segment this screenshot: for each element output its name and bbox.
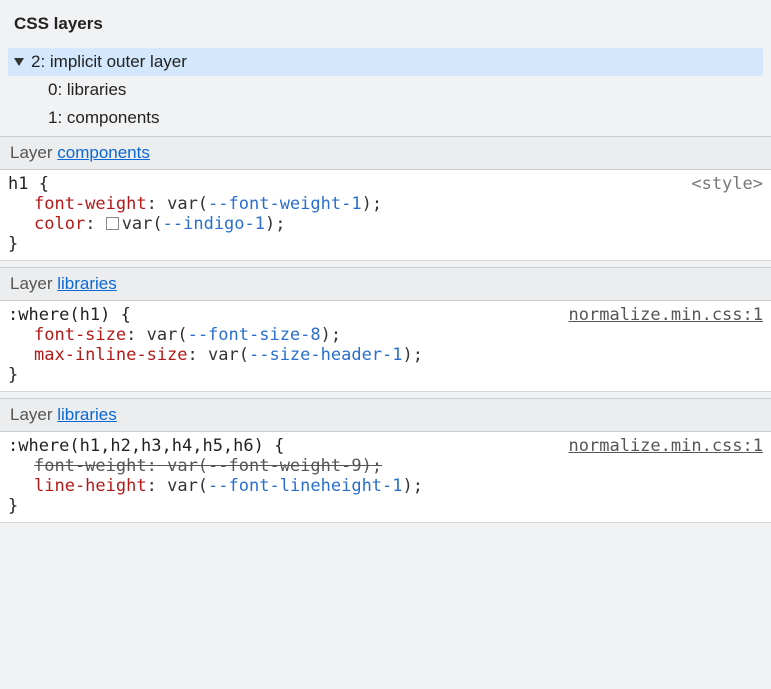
css-variable[interactable]: --font-weight-1 <box>208 194 362 214</box>
css-declaration[interactable]: font-size: var(--font-size-8); <box>8 325 763 345</box>
tree-row-root[interactable]: 2: implicit outer layer <box>8 48 763 76</box>
css-variable[interactable]: --size-header-1 <box>249 345 403 365</box>
css-variable[interactable]: --font-weight-9 <box>208 456 362 476</box>
layer-link[interactable]: libraries <box>57 405 117 424</box>
semicolon: ; <box>372 194 382 214</box>
var-close: ) <box>321 325 331 345</box>
css-rule: :where(h1,h2,h3,h4,h5,h6) { normalize.min… <box>0 432 771 523</box>
layer-link[interactable]: libraries <box>57 274 117 293</box>
css-property: color <box>34 214 85 234</box>
css-variable[interactable]: --indigo-1 <box>163 214 265 234</box>
css-variable[interactable]: --font-size-8 <box>188 325 321 345</box>
css-property: font-weight <box>34 456 147 476</box>
semicolon: ; <box>372 456 382 476</box>
var-close: ) <box>362 456 372 476</box>
layer-header: Layer libraries <box>0 398 771 432</box>
css-declaration[interactable]: font-weight: var(--font-weight-1); <box>8 194 763 214</box>
layer-link[interactable]: components <box>57 143 150 162</box>
var-close: ) <box>265 214 275 234</box>
tree-label: 2: implicit outer layer <box>31 52 187 72</box>
tree-row-child[interactable]: 0: libraries <box>8 76 763 104</box>
var-close: ) <box>403 476 413 496</box>
var-open: var( <box>147 325 188 345</box>
css-rule: :where(h1) {normalize.min.css:1font-size… <box>0 301 771 392</box>
chevron-down-icon[interactable] <box>14 58 24 66</box>
colon: : <box>147 194 157 214</box>
css-declaration[interactable]: max-inline-size: var(--size-header-1); <box>8 345 763 365</box>
colon: : <box>126 325 136 345</box>
css-declaration[interactable]: font-weight: var(--font-weight-9); <box>8 456 763 476</box>
css-property: font-size <box>34 325 126 345</box>
semicolon: ; <box>413 345 423 365</box>
var-open: var( <box>208 345 249 365</box>
var-close: ) <box>362 194 372 214</box>
var-close: ) <box>403 345 413 365</box>
layer-header: Layer components <box>0 136 771 170</box>
colon: : <box>85 214 95 234</box>
rule-close-brace: } <box>8 234 763 254</box>
rule-selector[interactable]: :where(h1) { <box>8 305 131 325</box>
var-open: var( <box>167 456 208 476</box>
var-open: var( <box>122 214 163 234</box>
css-variable[interactable]: --font-lineheight-1 <box>208 476 402 496</box>
layer-word: Layer <box>10 405 57 424</box>
css-rule: h1 {<style>font-weight: var(--font-weigh… <box>0 170 771 261</box>
color-swatch-icon[interactable] <box>106 217 119 230</box>
layer-word: Layer <box>10 143 57 162</box>
semicolon: ; <box>413 476 423 496</box>
tree-label: 0: libraries <box>48 80 126 100</box>
tree-label: 1: components <box>48 108 160 128</box>
colon: : <box>147 456 157 476</box>
css-declaration[interactable]: color: var(--indigo-1); <box>8 214 763 234</box>
rule-source[interactable]: normalize.min.css:1 <box>569 436 763 456</box>
rule-selector[interactable]: h1 { <box>8 174 49 194</box>
tree-row-child[interactable]: 1: components <box>8 104 763 132</box>
colon: : <box>147 476 157 496</box>
var-open: var( <box>167 194 208 214</box>
var-open: var( <box>167 476 208 496</box>
rule-selector[interactable]: :where(h1,h2,h3,h4,h5,h6) { <box>8 436 284 456</box>
rule-close-brace: } <box>8 365 763 385</box>
panel-title: CSS layers <box>0 6 771 48</box>
css-property: font-weight <box>34 194 147 214</box>
layer-tree: 2: implicit outer layer 0: libraries 1: … <box>0 48 771 136</box>
rule-source: <style> <box>691 174 763 194</box>
semicolon: ; <box>275 214 285 234</box>
css-property: line-height <box>34 476 147 496</box>
css-property: max-inline-size <box>34 345 188 365</box>
rule-close-brace: } <box>8 496 763 516</box>
colon: : <box>188 345 198 365</box>
layer-word: Layer <box>10 274 57 293</box>
layer-header: Layer libraries <box>0 267 771 301</box>
rule-source[interactable]: normalize.min.css:1 <box>569 305 763 325</box>
semicolon: ; <box>331 325 341 345</box>
css-declaration[interactable]: line-height: var(--font-lineheight-1); <box>8 476 763 496</box>
